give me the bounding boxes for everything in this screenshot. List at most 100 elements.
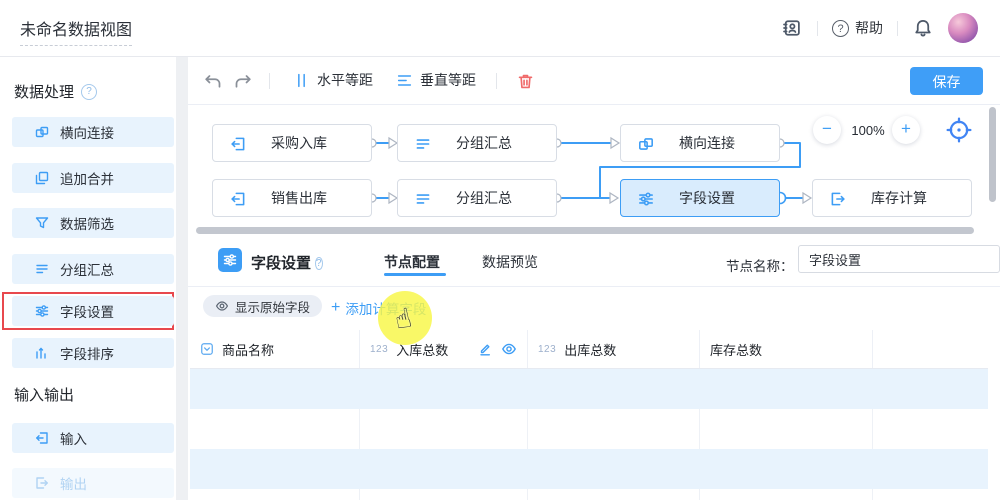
- tab-data-preview[interactable]: 数据预览: [482, 252, 538, 272]
- join-icon: [637, 135, 655, 153]
- flow-node-sales-outbound[interactable]: 销售出库: [212, 179, 372, 217]
- add-calculated-field-button[interactable]: + 添加计算字段: [331, 298, 426, 318]
- table-header-row: 商品名称 123 入库总数 123 出库总数 库存总数: [190, 330, 988, 369]
- sidebar-section-input-output: 输入输出: [14, 384, 74, 405]
- user-avatar[interactable]: [948, 13, 978, 43]
- flow-node-group-summary-2[interactable]: 分组汇总: [397, 179, 557, 217]
- delete-trash-button[interactable]: [516, 72, 536, 92]
- sidebar-item-input[interactable]: 输入: [12, 423, 174, 453]
- item-label: 字段排序: [60, 343, 114, 363]
- panel-help-icon[interactable]: ?: [315, 253, 323, 271]
- column-header-inbound-total[interactable]: 123 入库总数: [360, 330, 528, 368]
- output-icon: [829, 190, 847, 208]
- item-label: 字段设置: [60, 301, 114, 321]
- table-row: [190, 369, 988, 409]
- canvas-toolbar: 水平等距 垂直等距 保存: [188, 57, 1000, 105]
- config-panel: 字段设置 ? 节点配置 数据预览 节点名称： 显示原始字段 + 添加计算字段 ☝…: [188, 240, 1000, 500]
- item-label: 分组汇总: [60, 259, 114, 279]
- section-title: 输入输出: [14, 384, 74, 405]
- help-label: 帮助: [855, 18, 883, 38]
- canvas-vertical-scrollbar[interactable]: [989, 107, 996, 202]
- active-tab-indicator: [384, 273, 446, 276]
- sidebar-item-field-settings[interactable]: 字段设置: [12, 296, 174, 326]
- output-icon: [34, 475, 50, 491]
- column-label: 商品名称: [222, 340, 274, 359]
- sidebar-item-group-summary[interactable]: 分组汇总: [12, 254, 174, 284]
- sidebar: 数据处理 ? 横向连接 追加合并 数据筛选 分组汇总 字段设置: [0, 57, 176, 500]
- sidebar-item-append-merge[interactable]: 追加合并: [12, 163, 174, 193]
- section-title: 数据处理: [14, 81, 74, 102]
- show-original-label: 显示原始字段: [235, 297, 310, 316]
- divider: [496, 73, 497, 89]
- align-horizontal-button[interactable]: 水平等距: [293, 70, 373, 90]
- document-title[interactable]: 未命名数据视图: [20, 16, 132, 46]
- save-button[interactable]: 保存: [910, 67, 983, 95]
- fields-table: 商品名称 123 入库总数 123 出库总数 库存总数: [190, 330, 988, 500]
- tab-node-config[interactable]: 节点配置: [384, 252, 440, 272]
- node-name-input[interactable]: [798, 245, 1000, 273]
- sort-bars-icon: [34, 345, 50, 361]
- table-row: [190, 489, 988, 500]
- field-settings-panel-icon: [218, 248, 242, 272]
- align-horizontal-label: 水平等距: [317, 70, 373, 90]
- input-icon: [229, 135, 247, 153]
- eye-icon: [215, 299, 229, 313]
- column-label: 库存总数: [710, 340, 762, 359]
- bell-icon[interactable]: [912, 17, 934, 39]
- node-name-label: 节点名称：: [726, 255, 794, 275]
- divider: [897, 21, 898, 36]
- flow-node-horizontal-join[interactable]: 横向连接: [620, 124, 780, 162]
- sidebar-item-horizontal-join[interactable]: 横向连接: [12, 117, 174, 147]
- column-label: 出库总数: [564, 340, 616, 359]
- edit-pencil-icon[interactable]: [477, 341, 493, 357]
- column-header-product-name[interactable]: 商品名称: [190, 330, 360, 368]
- flow-canvas[interactable]: 采购入库 分组汇总 横向连接 销售出库 分组汇总 字段设置 库存计算 − 100…: [188, 104, 1000, 240]
- group-summary-icon: [414, 135, 432, 153]
- flow-node-field-settings[interactable]: 字段设置: [620, 179, 780, 217]
- sidebar-item-data-filter[interactable]: 数据筛选: [12, 208, 174, 238]
- column-header-outbound-total[interactable]: 123 出库总数: [528, 330, 700, 368]
- align-vertical-button[interactable]: 垂直等距: [396, 70, 476, 90]
- help-button[interactable]: ? 帮助: [832, 18, 883, 38]
- item-label: 输入: [60, 428, 87, 448]
- sliders-icon: [637, 190, 655, 208]
- zoom-in-button[interactable]: +: [892, 116, 920, 144]
- contact-card-icon[interactable]: [781, 17, 803, 39]
- redo-button[interactable]: [233, 72, 253, 92]
- flow-node-purchase-inbound[interactable]: 采购入库: [212, 124, 372, 162]
- number-field-type-icon: 123: [370, 344, 388, 355]
- section-help-icon[interactable]: ?: [81, 84, 97, 100]
- item-label: 追加合并: [60, 168, 114, 188]
- add-calc-label: 添加计算字段: [345, 298, 426, 318]
- column-header-inventory-total[interactable]: 库存总数: [700, 330, 873, 368]
- input-icon: [229, 190, 247, 208]
- sidebar-section-data-processing: 数据处理 ?: [14, 81, 97, 102]
- plus-icon: +: [331, 301, 340, 315]
- canvas-horizontal-scrollbar[interactable]: [196, 227, 974, 234]
- column-header-empty: [873, 330, 988, 368]
- sidebar-item-output[interactable]: 输出: [12, 468, 174, 498]
- show-original-fields-button[interactable]: 显示原始字段: [203, 295, 322, 317]
- sliders-icon: [34, 303, 50, 319]
- flow-node-inventory-calc[interactable]: 库存计算: [812, 179, 972, 217]
- group-summary-icon: [414, 190, 432, 208]
- divider: [817, 21, 818, 36]
- zoom-level: 100%: [846, 123, 890, 138]
- sidebar-item-field-sort[interactable]: 字段排序: [12, 338, 174, 368]
- zoom-out-button[interactable]: −: [813, 116, 841, 144]
- align-vertical-label: 垂直等距: [420, 70, 476, 90]
- input-icon: [34, 430, 50, 446]
- table-row: [190, 409, 988, 449]
- column-label: 入库总数: [396, 340, 448, 359]
- item-label: 输出: [60, 473, 87, 493]
- select-field-type-icon: [200, 342, 214, 356]
- item-label: 横向连接: [60, 122, 114, 142]
- column-tools: [477, 341, 517, 357]
- horizontal-spacing-icon: [293, 72, 310, 89]
- flow-node-group-summary-1[interactable]: 分组汇总: [397, 124, 557, 162]
- locate-crosshair-button[interactable]: [946, 117, 972, 143]
- undo-button[interactable]: [203, 72, 223, 92]
- eye-icon[interactable]: [501, 341, 517, 357]
- vertical-spacing-icon: [396, 72, 413, 89]
- divider: [269, 73, 270, 89]
